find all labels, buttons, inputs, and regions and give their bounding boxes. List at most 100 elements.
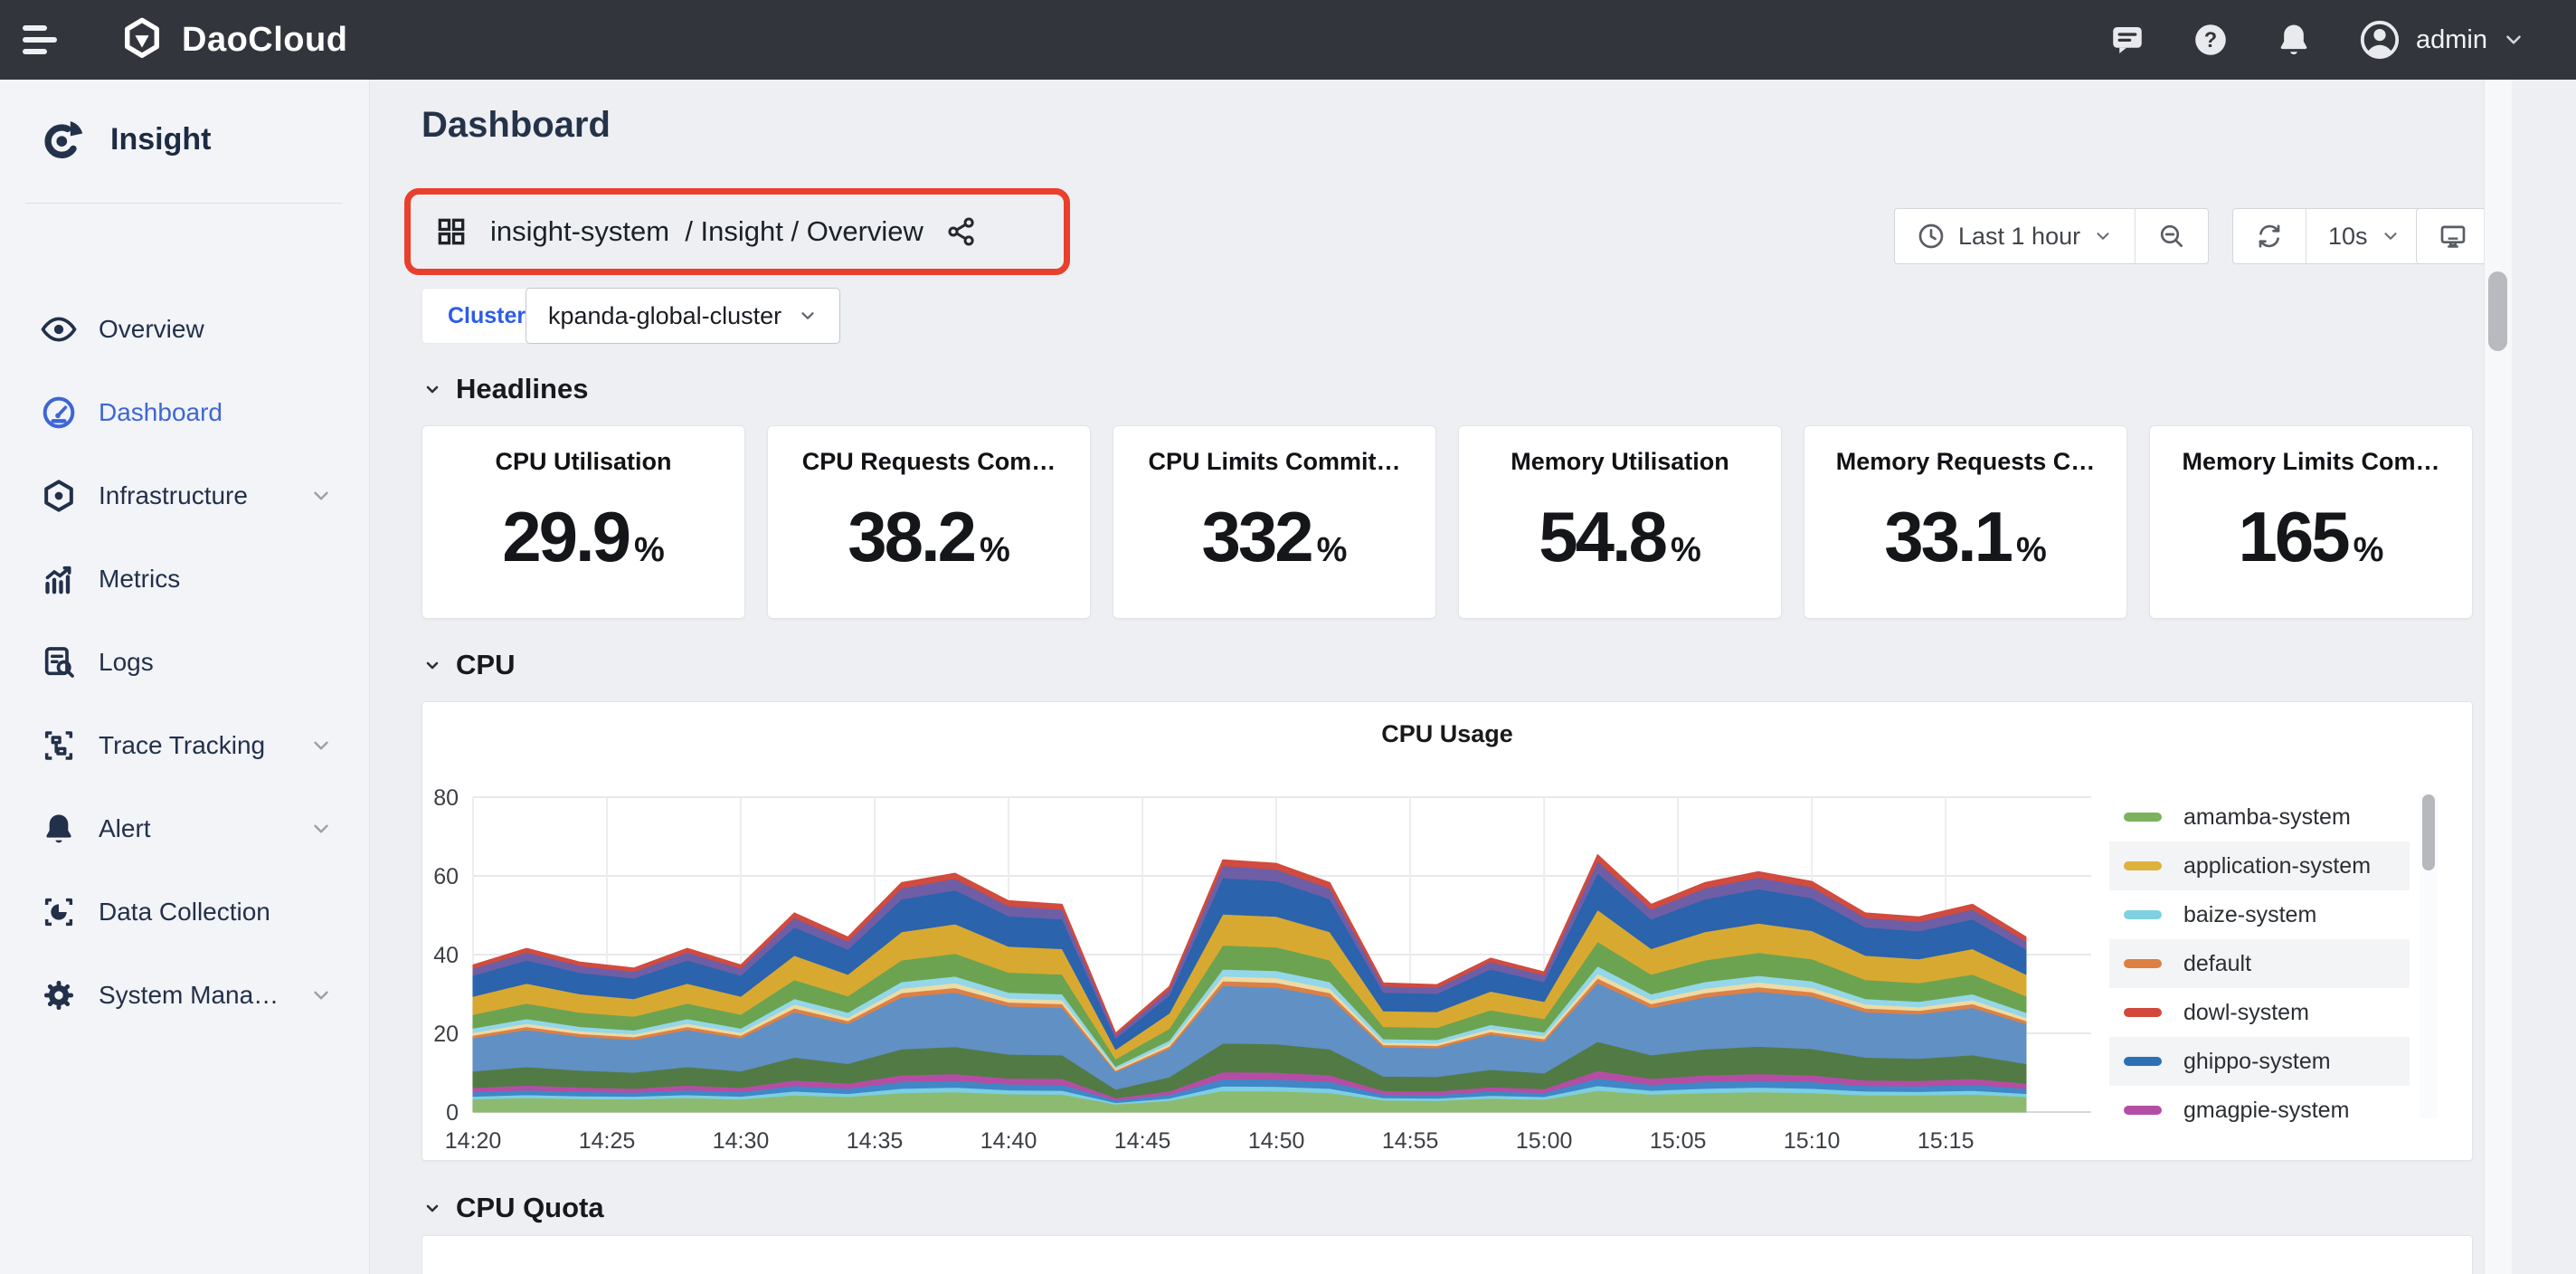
stat-title: CPU Requests Com… [802,448,1056,476]
zoom-out-button[interactable] [2135,209,2208,263]
tv-mode-button[interactable] [2417,209,2489,263]
sidebar-item-trace-tracking[interactable]: Trace Tracking [0,704,369,787]
help-icon[interactable]: ? [2192,21,2230,59]
brand[interactable]: DaoCloud [118,16,347,63]
legend-label: gmagpie-system [2183,1098,2349,1124]
chevron-down-icon [2381,226,2401,246]
stat-value-row: 165% [2239,496,2384,578]
page-title: Dashboard [421,105,611,146]
stat-title: Memory Utilisation [1511,448,1729,476]
stat-unit: % [634,531,665,570]
svg-text:?: ? [2204,29,2217,52]
sidebar-item-logs[interactable]: Logs [0,621,369,704]
legend-item[interactable]: baize-system [2109,890,2410,939]
stat-card: Memory Limits Com… 165% [2149,425,2473,619]
legend-item[interactable]: dowl-system [2109,988,2410,1037]
chevron-down-icon [309,984,333,1007]
sidebar-item-metrics[interactable]: Metrics [0,537,369,621]
stat-value: 29.9 [502,496,629,578]
legend-item[interactable]: default [2109,939,2410,988]
section-cpu-quota[interactable]: CPU Quota [421,1192,604,1224]
kiosk-group [2416,208,2490,264]
svg-text:15:10: 15:10 [1784,1128,1841,1154]
sidebar: Insight OverviewDashboardInfrastructureM… [0,80,370,1274]
stat-title: Memory Requests C… [1836,448,2096,476]
legend-item[interactable]: application-system [2109,841,2410,890]
svg-text:15:00: 15:00 [1516,1128,1573,1154]
insight-logo-icon [40,116,87,163]
sidebar-nav: OverviewDashboardInfrastructureMetricsLo… [0,288,369,1037]
svg-text:80: 80 [433,785,459,811]
monitor-icon [2439,222,2467,251]
sidebar-item-system-mana[interactable]: System Mana… [0,954,369,1037]
section-cpu[interactable]: CPU [421,649,515,681]
stat-value: 38.2 [848,496,974,578]
gauge-icon [41,395,77,431]
user-menu[interactable]: admin [2358,18,2525,62]
sidebar-item-dashboard[interactable]: Dashboard [0,371,369,454]
sidebar-item-label: Trace Tracking [99,731,265,760]
stat-value-row: 332% [1202,496,1348,578]
sidebar-item-data-collection[interactable]: Data Collection [0,870,369,954]
zoom-out-icon [2157,222,2186,251]
legend-scrollbar-thumb[interactable] [2422,794,2435,870]
headline-stats: CPU Utilisation 29.9% CPU Requests Com… 38.… [421,425,2473,619]
chat-icon[interactable] [2108,21,2146,59]
stat-value: 332 [1202,496,1312,578]
chevron-down-icon [798,306,818,326]
svg-text:15:15: 15:15 [1918,1128,1975,1154]
section-headlines[interactable]: Headlines [421,373,588,405]
legend-label: default [2183,951,2251,977]
refresh-interval-label: 10s [2328,223,2368,251]
brand-name: DaoCloud [182,21,347,60]
stat-card: Memory Requests C… 33.1% [1804,425,2127,619]
hexagon-icon [41,478,77,514]
svg-text:14:50: 14:50 [1248,1128,1305,1154]
username: admin [2416,25,2487,55]
clock-icon [1917,222,1946,251]
refresh-group: 10s [2232,208,2423,264]
chart-title: CPU Usage [422,720,2472,748]
sidebar-item-alert[interactable]: Alert [0,787,369,870]
time-range-picker[interactable]: Last 1 hour [1895,209,2135,263]
legend-item[interactable]: gmagpie-system [2109,1086,2410,1135]
page-scrollbar[interactable] [2484,80,2512,1274]
product-header[interactable]: Insight [0,80,369,163]
legend-label: dowl-system [2183,1000,2309,1026]
sidebar-item-infrastructure[interactable]: Infrastructure [0,454,369,537]
data-icon [41,894,77,930]
gear-icon [41,977,77,1013]
share-icon[interactable] [945,215,978,248]
breadcrumb[interactable]: insight-system / Insight / Overview [490,215,923,248]
cpu-quota-panel [421,1235,2473,1274]
chevron-down-icon [309,817,333,841]
legend-scrollbar[interactable] [2420,793,2438,1118]
svg-text:40: 40 [433,943,459,968]
stat-unit: % [2016,531,2047,570]
cluster-select[interactable]: kpanda-global-cluster [526,288,840,344]
legend-item[interactable]: ghippo-system [2109,1037,2410,1086]
stat-value: 54.8 [1539,496,1665,578]
chart-legend: amamba-systemapplication-systembaize-sys… [2109,793,2410,1135]
sidebar-item-overview[interactable]: Overview [0,288,369,371]
notification-bell-icon[interactable] [2275,21,2313,59]
svg-text:14:30: 14:30 [713,1128,770,1154]
stat-title: Memory Limits Com… [2182,448,2439,476]
refresh-icon [2255,222,2284,251]
stat-card: CPU Limits Commit…332% [1113,425,1436,619]
stat-value-row: 33.1% [1884,496,2047,578]
avatar-icon [2358,18,2401,62]
page-scrollbar-thumb[interactable] [2488,271,2507,351]
stat-card: Memory Utilisation54.8% [1458,425,1782,619]
svg-text:14:55: 14:55 [1382,1128,1439,1154]
refresh-button[interactable] [2233,209,2306,263]
sidebar-divider [25,203,342,204]
stat-card: CPU Utilisation 29.9% [421,425,745,619]
chevron-down-icon [309,484,333,508]
stat-title: CPU Utilisation [495,448,671,476]
menu-icon[interactable] [23,19,59,61]
chevron-down-icon [309,734,333,757]
refresh-interval-picker[interactable]: 10s [2306,209,2422,263]
legend-item[interactable]: amamba-system [2109,793,2410,841]
dashboards-grid-icon[interactable] [434,214,469,249]
